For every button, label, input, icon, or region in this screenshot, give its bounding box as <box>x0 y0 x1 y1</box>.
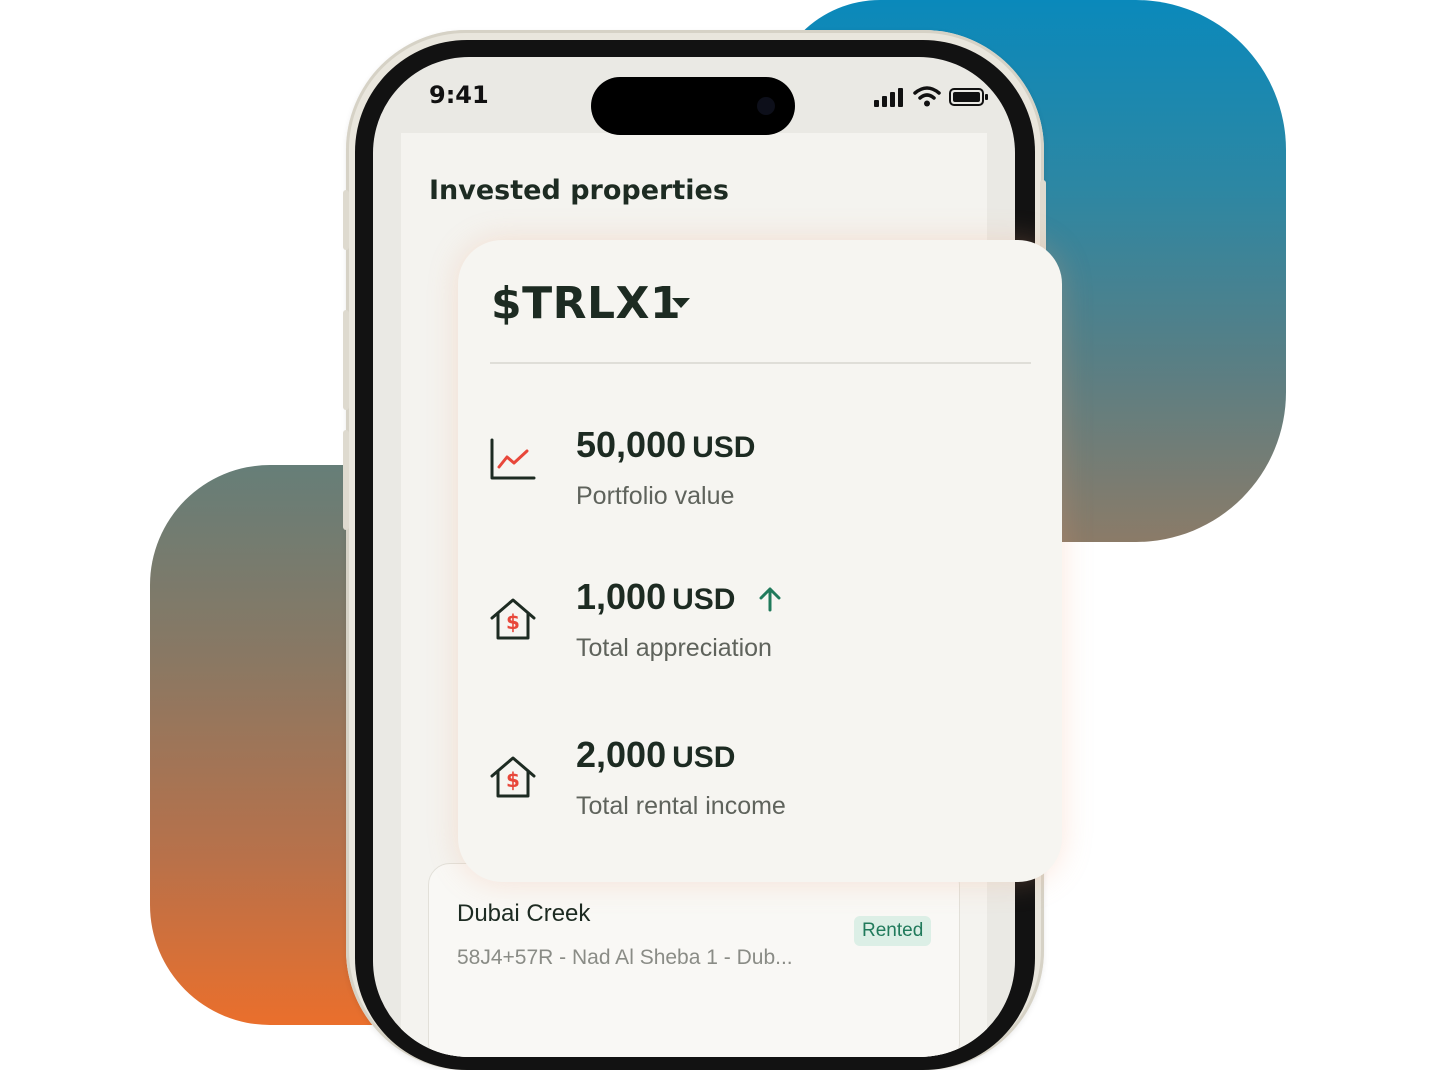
dynamic-island <box>591 77 795 135</box>
svg-text:$: $ <box>506 610 520 634</box>
property-address: 58J4+57R - Nad Al Sheba 1 - Dub... <box>457 946 793 969</box>
phone-mute-switch <box>343 190 349 250</box>
status-icons <box>873 85 989 107</box>
wifi-icon <box>913 86 941 107</box>
signal-icon <box>874 88 903 107</box>
ticker-selector-label[interactable]: $TRLX1 <box>491 278 681 329</box>
page-title: Invested properties <box>429 175 729 206</box>
status-badge: Rented <box>854 916 932 946</box>
stat-total-appreciation: $ 1,000 USD Total appreciation <box>458 572 1062 672</box>
phone-volume-up <box>343 310 349 410</box>
chevron-down-icon[interactable] <box>672 298 690 308</box>
line-chart-icon <box>490 438 536 480</box>
stat-total-rental-income: $ 2,000 USD Total rental income <box>458 732 1062 832</box>
divider <box>490 362 1031 364</box>
phone-volume-down <box>343 430 349 530</box>
house-dollar-icon: $ <box>490 756 536 798</box>
stat-value: 2,000 USD <box>576 734 736 775</box>
stat-label: Portfolio value <box>576 482 735 510</box>
stat-label: Total appreciation <box>576 634 772 662</box>
house-dollar-icon: $ <box>490 598 536 640</box>
stat-label: Total rental income <box>576 792 786 820</box>
arrow-up-icon <box>759 587 781 612</box>
portfolio-summary-card: $TRLX1 50,000 USD Portfolio value $ 1,000… <box>458 240 1062 882</box>
battery-icon <box>949 88 988 106</box>
svg-text:$: $ <box>506 768 520 792</box>
status-time: 9:41 <box>429 81 489 109</box>
stat-portfolio-value: 50,000 USD Portfolio value <box>458 420 1062 520</box>
property-card[interactable]: Dubai Creek 58J4+57R - Nad Al Sheba 1 - … <box>428 863 960 1057</box>
stat-value: 1,000 USD <box>576 576 736 617</box>
camera-icon <box>757 97 775 115</box>
property-name: Dubai Creek <box>457 900 591 927</box>
stat-value: 50,000 USD <box>576 424 756 465</box>
